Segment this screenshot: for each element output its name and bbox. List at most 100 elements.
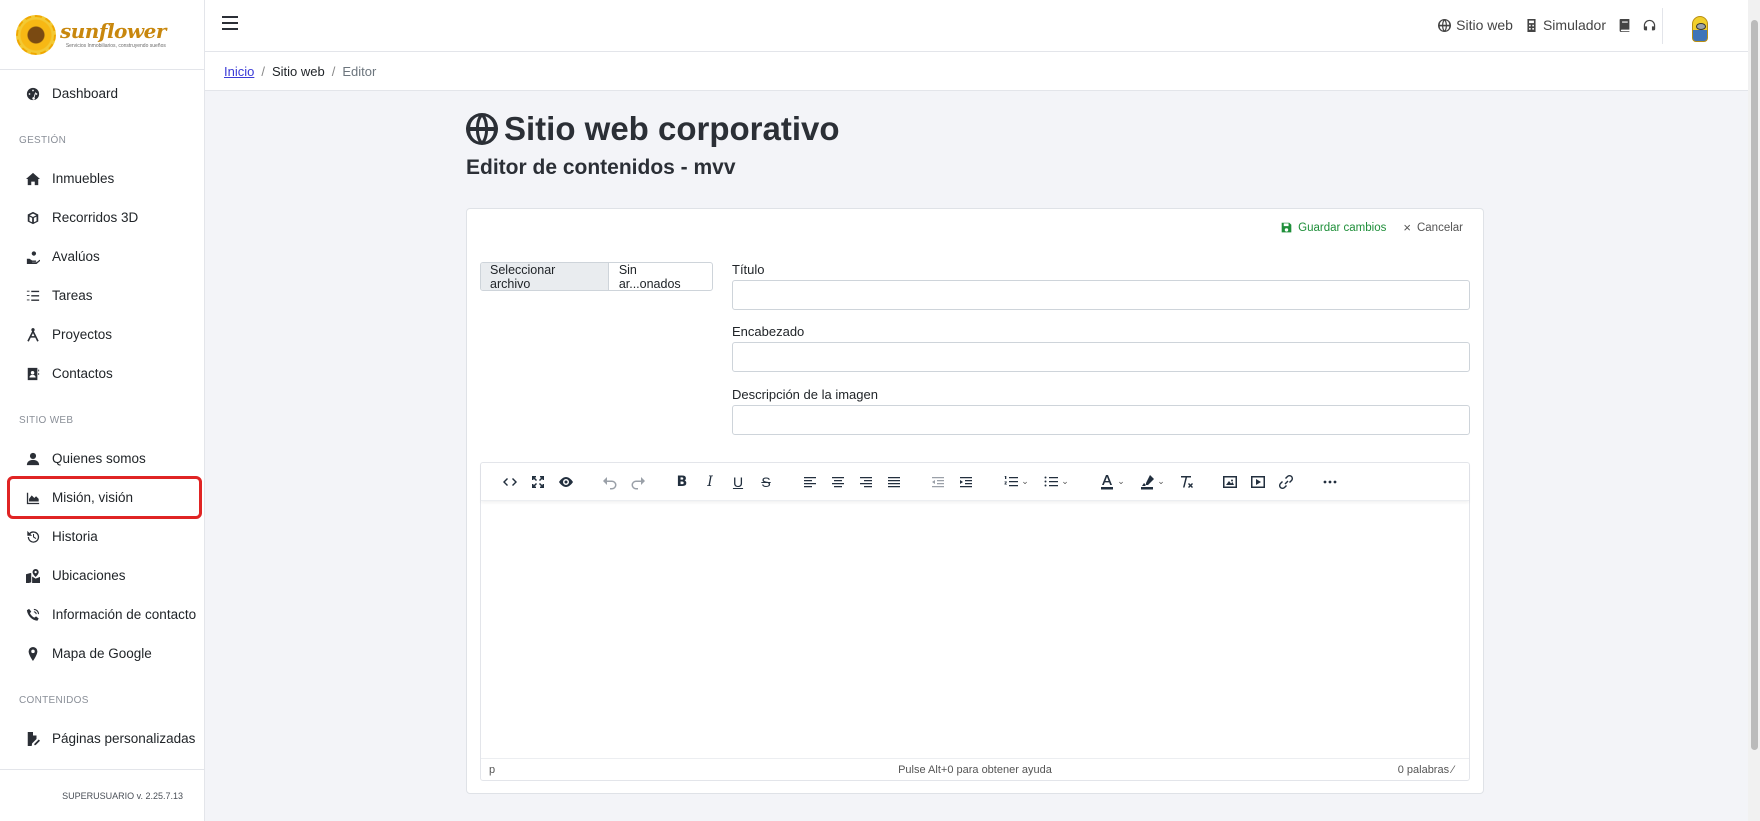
resize-handle-icon[interactable]: ⁄ [1452,764,1454,776]
editor-status-bar: p Pulse Alt+0 para obtener ayuda 0 palab… [481,758,1469,780]
header-input[interactable] [732,342,1470,372]
underline-icon[interactable]: U [724,468,752,496]
bold-icon[interactable]: B [668,468,696,496]
title-label: Título [732,262,765,277]
element-path[interactable]: p [489,764,495,776]
insert-media-icon[interactable] [1244,468,1272,496]
sidebar-item-mision-vision[interactable]: Misión, visión [7,476,202,519]
align-left-icon[interactable] [796,468,824,496]
title-input[interactable] [732,280,1470,310]
indent-icon[interactable] [952,468,980,496]
sidebar-item-label: Quienes somos [52,451,146,466]
sidebar-item-mapa-google[interactable]: Mapa de Google [0,634,204,673]
redo-icon[interactable] [624,468,652,496]
topbar-link-sitio-web[interactable]: Sitio web [1438,17,1513,33]
breadcrumb-section: Sitio web [271,63,325,79]
globe-icon [1438,18,1452,32]
sidebar-item-label: Contactos [52,366,113,381]
header-field-group: Encabezado [732,324,1470,372]
sidebar: sunflower Servicios Inmobiliarios, const… [0,0,205,821]
breadcrumb: Inicio / Sitio web / Editor [205,52,1748,91]
sidebar-item-label: Mapa de Google [52,646,152,661]
sidebar-item-label: Avalúos [52,249,100,264]
logo-area: sunflower Servicios Inmobiliarios, const… [0,0,204,70]
card-actions: Guardar cambios × Cancelar [1281,220,1463,235]
sidebar-item-ubicaciones[interactable]: Ubicaciones [0,556,204,595]
sidebar-item-dashboard[interactable]: Dashboard [0,74,204,113]
highlight-color-icon[interactable]: ⌄ [1132,468,1172,496]
sidebar-item-label: Páginas personalizadas [52,731,196,746]
map-location-icon [25,568,41,584]
clear-formatting-icon[interactable] [1172,468,1200,496]
source-code-icon[interactable] [496,468,524,496]
outdent-icon[interactable] [924,468,952,496]
fullscreen-icon[interactable] [524,468,552,496]
topbar-links: Sitio web Simulador [1426,17,1656,33]
sidebar-section-contenidos: CONTENIDOS [19,695,89,706]
breadcrumb-home-link[interactable]: Inicio [224,64,254,79]
sidebar-item-proyectos[interactable]: Proyectos [0,315,204,354]
bullet-list-icon[interactable]: ⌄ [1036,468,1076,496]
sidebar-item-historia[interactable]: Historia [0,517,204,556]
sidebar-item-tareas[interactable]: Tareas [0,276,204,315]
editor-toolbar: B I U S ⌄ ⌄ ⌄ ⌄ [481,463,1469,501]
breadcrumb-separator: / [331,63,336,79]
menu-toggle-icon[interactable] [222,16,238,30]
sidebar-item-label: Información de contacto [52,607,197,622]
logo-tagline: Servicios Inmobiliarios, construyendo su… [65,42,166,49]
sidebar-item-paginas-personalizadas[interactable]: Páginas personalizadas [0,719,204,758]
cancel-button[interactable]: × Cancelar [1403,220,1463,235]
logo-brand-name: sunflower [60,18,166,43]
sidebar-item-quienes-somos[interactable]: Quienes somos [0,439,204,478]
image-description-field-group: Descripción de la imagen [732,387,1470,435]
word-count[interactable]: 0 palabras ⁄ [1398,764,1454,776]
history-icon [25,529,41,545]
sidebar-item-label: Ubicaciones [52,568,126,583]
save-button[interactable]: Guardar cambios [1281,222,1386,234]
sidebar-item-label: Inmuebles [52,171,115,186]
image-file-input[interactable]: Seleccionar archivo Sin ar...onados [480,262,713,291]
preview-eye-icon[interactable] [552,468,580,496]
text-color-icon[interactable]: ⌄ [1092,468,1132,496]
strikethrough-icon[interactable]: S [752,468,780,496]
cube-icon [25,210,41,226]
align-justify-icon[interactable] [880,468,908,496]
map-pin-icon [25,646,41,662]
topbar-book-button[interactable] [1618,18,1631,32]
undo-icon[interactable] [596,468,624,496]
rich-text-editor: B I U S ⌄ ⌄ ⌄ ⌄ p Pulse Alt+0 para obten… [480,462,1470,781]
page-scrollbar[interactable] [1748,0,1760,821]
user-avatar[interactable] [1692,16,1708,42]
sidebar-item-avaluos[interactable]: Avalúos [0,237,204,276]
file-status-text: Sin ar...onados [618,262,681,291]
topbar-support-button[interactable] [1643,19,1656,32]
align-center-icon[interactable] [824,468,852,496]
insert-link-icon[interactable] [1272,468,1300,496]
italic-icon[interactable]: I [696,468,724,496]
logo[interactable]: sunflower Servicios Inmobiliarios, const… [16,14,166,55]
align-right-icon[interactable] [852,468,880,496]
sidebar-item-recorridos-3d[interactable]: Recorridos 3D [0,198,204,237]
more-options-icon[interactable] [1316,468,1344,496]
help-hint: Pulse Alt+0 para obtener ayuda [898,763,1052,776]
editor-content-area[interactable] [481,501,1469,759]
scrollbar-thumb[interactable] [1751,20,1758,750]
topbar: Sitio web Simulador [205,0,1760,52]
breadcrumb-current: Editor [342,63,377,79]
image-description-input[interactable] [732,405,1470,435]
insert-image-icon[interactable] [1216,468,1244,496]
image-description-label: Descripción de la imagen [732,387,878,402]
sidebar-item-contactos[interactable]: Contactos [0,354,204,393]
choose-file-button[interactable]: Seleccionar archivo [481,263,609,290]
topbar-divider [1662,8,1663,44]
numbered-list-icon[interactable]: ⌄ [996,468,1036,496]
home-icon [25,171,41,187]
version-footer: SUPERUSUARIO v. 2.25.7.13 [0,769,204,821]
hand-coin-icon [25,249,41,265]
save-button-label: Guardar cambios [1298,221,1387,234]
title-field-group: Título [732,262,1470,310]
sidebar-item-label: Misión, visión [52,490,134,505]
sidebar-item-inmuebles[interactable]: Inmuebles [0,159,204,198]
sidebar-item-informacion-contacto[interactable]: Información de contacto [0,595,204,634]
topbar-link-simulador[interactable]: Simulador [1525,17,1606,33]
